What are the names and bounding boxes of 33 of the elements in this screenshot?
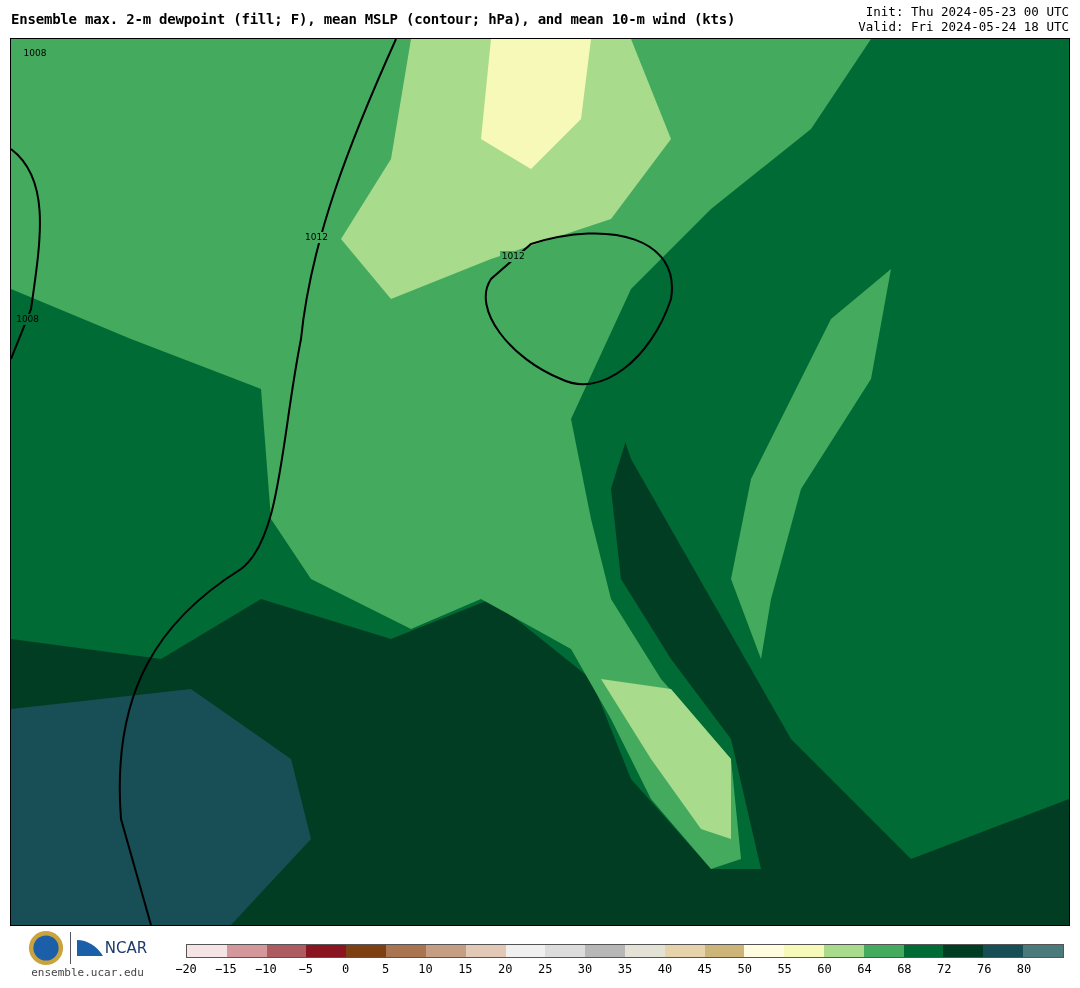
init-time: Init: Thu 2024-05-23 00 UTC bbox=[865, 4, 1069, 19]
tick-label: −5 bbox=[298, 962, 313, 976]
site-url: ensemble.ucar.edu bbox=[31, 966, 144, 979]
tick-label: 45 bbox=[697, 962, 713, 976]
chart-title: Ensemble max. 2-m dewpoint (fill; F), mean MSLP (contour; hPa), and mean 10-m wind (kts) bbox=[11, 11, 736, 27]
tick-label: 35 bbox=[617, 962, 633, 976]
contour-label: 1008 bbox=[14, 313, 42, 325]
tick-label: 80 bbox=[1016, 962, 1032, 976]
tick-label: 5 bbox=[381, 962, 390, 976]
tick-label: −15 bbox=[215, 962, 237, 976]
tick-label: 10 bbox=[418, 962, 433, 976]
tick-label: 72 bbox=[937, 962, 952, 976]
tick-label: 64 bbox=[857, 962, 872, 976]
swoosh-logo-icon bbox=[76, 938, 103, 958]
tick-label: 50 bbox=[737, 962, 752, 976]
tick-label: 76 bbox=[976, 962, 992, 976]
tick-label: 15 bbox=[458, 962, 473, 976]
tick-label: 0 bbox=[342, 962, 350, 976]
tick-label: 60 bbox=[817, 962, 832, 976]
contour-label: 1012 bbox=[303, 232, 330, 244]
valid-time: Valid: Fri 2024-05-24 18 UTC bbox=[858, 19, 1069, 34]
tick-label: 30 bbox=[577, 962, 593, 976]
tick-label: 68 bbox=[897, 962, 912, 976]
contour-label: 1012 bbox=[499, 250, 527, 262]
ncar-logo-text: NCAR bbox=[104, 939, 148, 957]
tick-label: −10 bbox=[254, 962, 277, 976]
tick-label: 55 bbox=[777, 962, 792, 976]
tick-label: 40 bbox=[657, 962, 673, 976]
globe-logo-icon bbox=[27, 930, 64, 966]
contour-label: 1008 bbox=[21, 47, 49, 59]
tick-label: 20 bbox=[498, 962, 513, 976]
tick-label: 25 bbox=[537, 962, 553, 976]
tick-label: −20 bbox=[175, 962, 197, 976]
